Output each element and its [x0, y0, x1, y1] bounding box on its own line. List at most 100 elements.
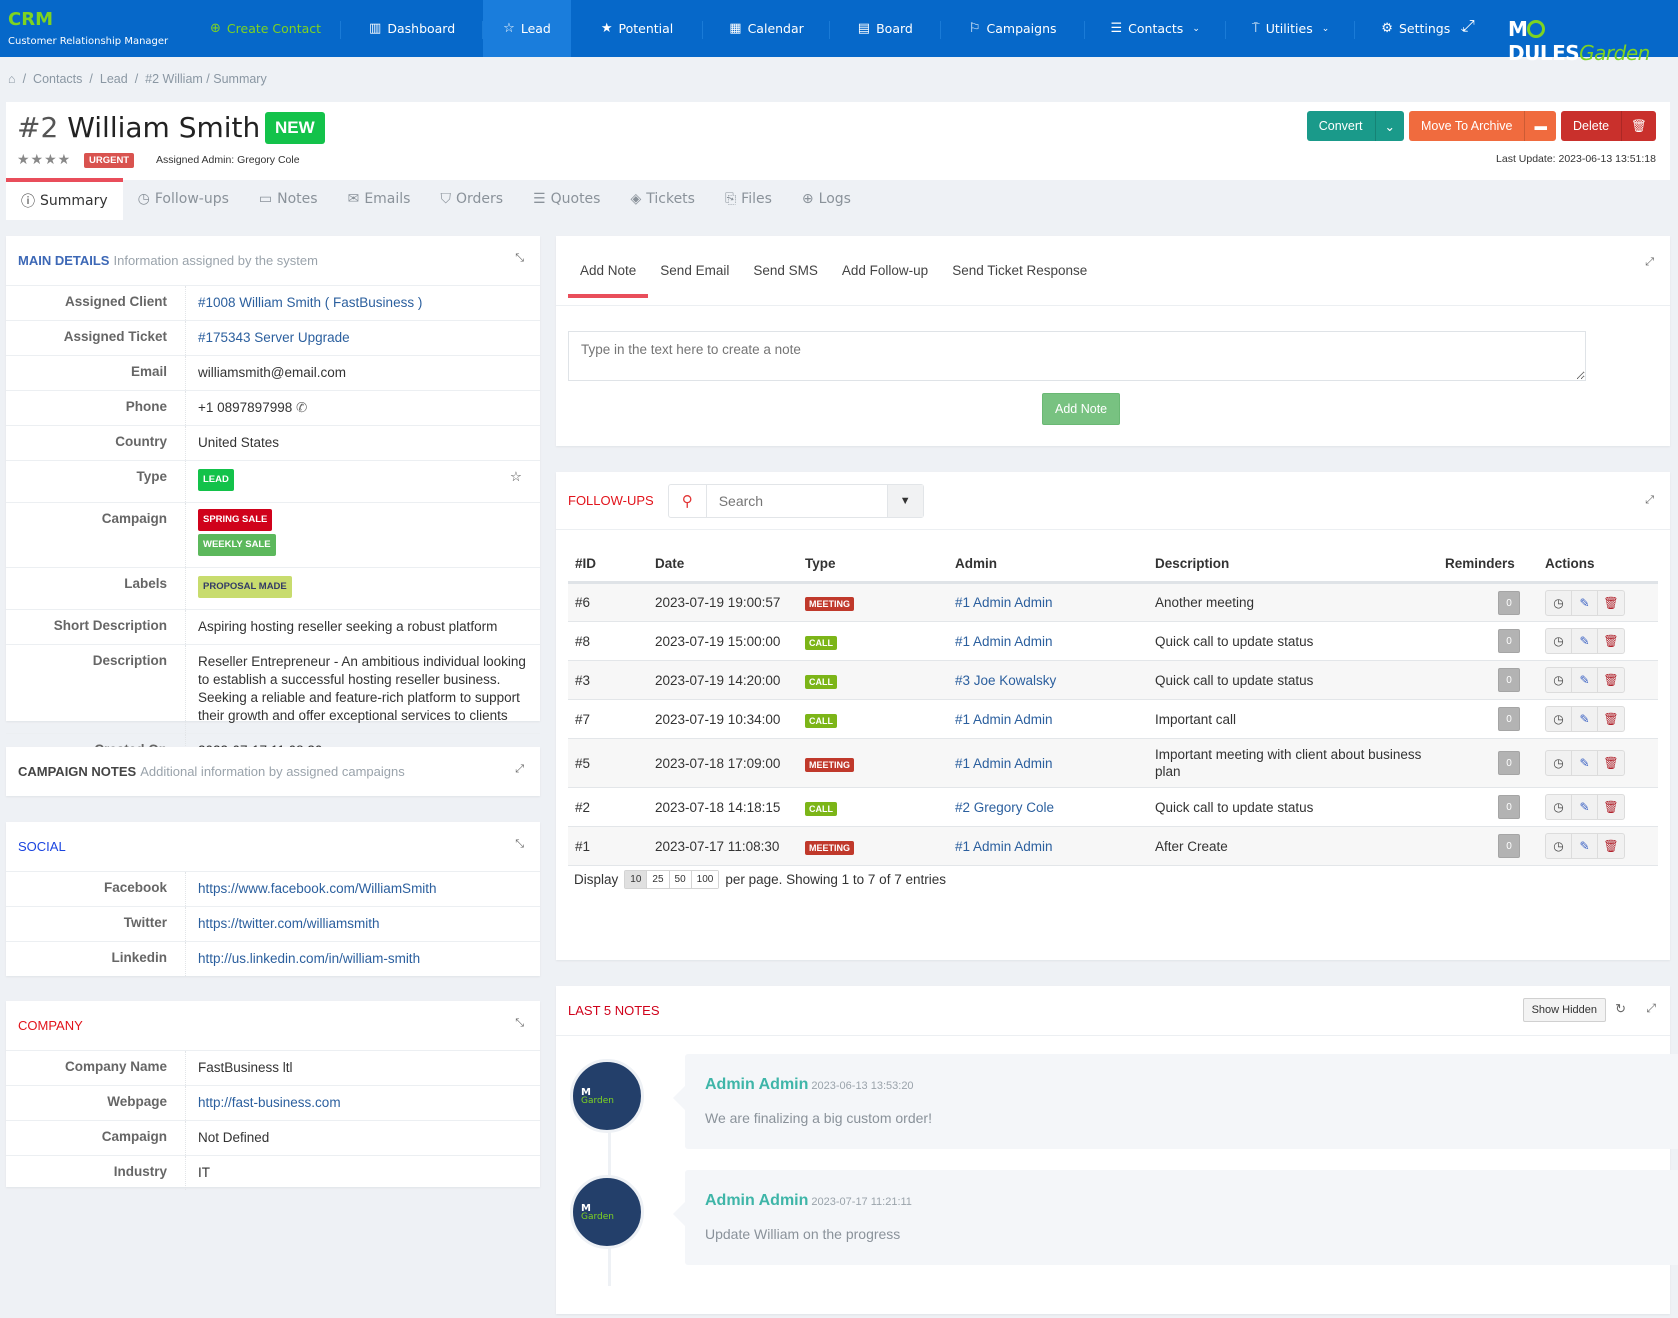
expand-icon[interactable]: ⤢	[1645, 256, 1654, 269]
note-textarea[interactable]	[568, 331, 1586, 381]
reminders-count[interactable]: 0	[1498, 590, 1520, 615]
reminders-count[interactable]: 0	[1498, 751, 1520, 775]
tab-send-sms[interactable]: Send SMS	[741, 236, 830, 306]
tab-tickets[interactable]: ◈ Tickets	[615, 178, 710, 220]
tab-send-email[interactable]: Send Email	[648, 236, 741, 306]
tab-emails[interactable]: ✉ Emails	[333, 178, 426, 220]
admin-link[interactable]: #2 Gregory Cole	[955, 800, 1054, 815]
tab-summary[interactable]: ⓘ Summary	[6, 178, 123, 220]
modulesgarden-logo[interactable]: MDULESGarden	[1508, 17, 1678, 65]
reminders-count[interactable]: 0	[1498, 707, 1520, 731]
clock-icon[interactable]: ◷	[1546, 590, 1572, 615]
trash-icon[interactable]: 🗑︎	[1598, 629, 1624, 653]
edit-icon[interactable]: ✎	[1572, 834, 1598, 858]
clock-icon[interactable]: ◷	[1546, 668, 1572, 692]
search-input[interactable]	[706, 484, 887, 517]
breadcrumb-contacts[interactable]: Contacts	[33, 72, 82, 86]
search-icon[interactable]: ⚲	[669, 484, 707, 517]
edit-icon[interactable]: ✎	[1572, 629, 1598, 653]
nav-potential[interactable]: ★ Potential	[571, 0, 704, 57]
trash-icon[interactable]: 🗑︎	[1598, 707, 1624, 731]
reminders-count[interactable]: 0	[1498, 668, 1520, 692]
trash-icon[interactable]: 🗑︎	[1598, 795, 1624, 819]
breadcrumb-lead[interactable]: Lead	[100, 72, 128, 86]
add-note-button[interactable]: Add Note	[1042, 393, 1121, 425]
archive-button-group[interactable]: Move To Archive ▬	[1409, 111, 1556, 141]
page-size-option[interactable]: 10	[625, 871, 648, 888]
email-value[interactable]: williamsmith@email.com	[186, 356, 540, 390]
admin-link[interactable]: #1 Admin Admin	[955, 595, 1053, 610]
tab-follow-ups[interactable]: ◷ Follow-ups	[123, 178, 244, 220]
create-contact-button[interactable]: ⊕ Create Contact	[190, 0, 342, 57]
delete-button-group[interactable]: Delete 🗑︎	[1560, 111, 1656, 141]
reminders-count[interactable]: 0	[1498, 795, 1520, 819]
nav-contacts[interactable]: ☰ Contacts ⌄	[1085, 0, 1227, 57]
edit-icon[interactable]: ✎	[1572, 707, 1598, 731]
nav-board[interactable]: ▤ Board	[830, 0, 941, 57]
expand-icon[interactable]: ⤢	[1646, 1001, 1656, 1016]
fullscreen-icon[interactable]: ⤢	[1462, 18, 1475, 36]
reminders-count[interactable]: 0	[1498, 834, 1520, 858]
tab-files[interactable]: ⎘ Files	[710, 178, 787, 220]
expand-icon[interactable]: ⤢	[515, 763, 524, 776]
show-hidden-button[interactable]: Show Hidden	[1522, 998, 1606, 1022]
refresh-icon[interactable]: ↻	[1615, 1001, 1626, 1017]
edit-icon[interactable]: ✎	[1572, 795, 1598, 819]
admin-link[interactable]: #1 Admin Admin	[955, 634, 1053, 649]
trash-icon[interactable]: 🗑︎	[1598, 668, 1624, 692]
column-header[interactable]: Admin	[948, 546, 1148, 584]
archive-button[interactable]: Move To Archive	[1409, 111, 1524, 141]
reminders-count[interactable]: 0	[1498, 629, 1520, 653]
edit-icon[interactable]: ✎	[1572, 751, 1598, 775]
clock-icon[interactable]: ◷	[1546, 751, 1572, 775]
rating-stars[interactable]: ★★★★	[17, 151, 71, 168]
tab-add-follow-up[interactable]: Add Follow-up	[830, 236, 940, 306]
tab-logs[interactable]: ⊕ Logs	[787, 178, 866, 220]
admin-link[interactable]: #1 Admin Admin	[955, 839, 1053, 854]
page-size-option[interactable]: 100	[691, 871, 719, 888]
delete-button[interactable]: Delete	[1561, 111, 1621, 141]
tab-send-ticket-response[interactable]: Send Ticket Response	[940, 236, 1099, 306]
brand[interactable]: CRM Customer Relationship Manager	[0, 10, 190, 48]
nav-campaigns[interactable]: ⚐ Campaigns	[941, 0, 1085, 57]
tab-notes[interactable]: ▭ Notes	[244, 178, 333, 220]
clock-icon[interactable]: ◷	[1546, 834, 1572, 858]
trash-icon[interactable]: 🗑︎	[1598, 591, 1624, 615]
tab-orders[interactable]: ⛉ Orders	[425, 178, 518, 220]
admin-link[interactable]: #3 Joe Kowalsky	[955, 673, 1056, 688]
twitter-link[interactable]: https://twitter.com/williamsmith	[198, 916, 380, 931]
nav-lead[interactable]: ☆ Lead	[483, 0, 571, 57]
star-outline-icon[interactable]: ☆	[510, 468, 522, 486]
edit-icon[interactable]: ✎	[1572, 668, 1598, 692]
clock-icon[interactable]: ◷	[1546, 795, 1572, 819]
column-header[interactable]: Date	[648, 546, 798, 584]
clock-icon[interactable]: ◷	[1546, 629, 1572, 653]
trash-icon[interactable]: 🗑︎	[1598, 751, 1624, 775]
nav-calendar[interactable]: ▦ Calendar	[703, 0, 830, 57]
collapse-icon[interactable]: ⤡	[515, 1017, 524, 1030]
collapse-icon[interactable]: ⤡	[515, 252, 524, 265]
nav-dashboard[interactable]: ▥ Dashboard	[341, 0, 484, 57]
tab-add-note[interactable]: Add Note	[568, 236, 649, 306]
facebook-link[interactable]: https://www.facebook.com/WilliamSmith	[198, 881, 437, 896]
tab-quotes[interactable]: ☰ Quotes	[518, 178, 615, 220]
assigned-ticket-link[interactable]: #175343 Server Upgrade	[198, 330, 350, 345]
admin-link[interactable]: #1 Admin Admin	[955, 756, 1053, 771]
edit-icon[interactable]: ✎	[1572, 590, 1598, 615]
page-size-option[interactable]: 25	[647, 871, 670, 888]
admin-link[interactable]: #1 Admin Admin	[955, 712, 1053, 727]
nav-utilities[interactable]: ⍑ Utilities ⌄	[1226, 0, 1356, 57]
home-icon[interactable]: ⌂	[8, 72, 16, 86]
column-header[interactable]: Type	[798, 546, 948, 584]
expand-icon[interactable]: ⤢	[1645, 494, 1654, 507]
convert-button[interactable]: Convert	[1307, 111, 1375, 141]
assigned-client-link[interactable]: #1008 William Smith ( FastBusiness )	[198, 295, 422, 310]
column-header[interactable]: Description	[1148, 546, 1438, 584]
trash-icon[interactable]: 🗑︎	[1598, 834, 1624, 858]
webpage-link[interactable]: http://fast-business.com	[198, 1095, 341, 1110]
whatsapp-icon[interactable]: ✆	[296, 400, 307, 415]
linkedin-link[interactable]: http://us.linkedin.com/in/william-smith	[198, 951, 420, 966]
convert-dropdown-toggle[interactable]: ⌄	[1374, 111, 1404, 141]
column-header[interactable]: #ID	[568, 546, 648, 584]
filter-icon[interactable]: ▼	[886, 484, 923, 517]
